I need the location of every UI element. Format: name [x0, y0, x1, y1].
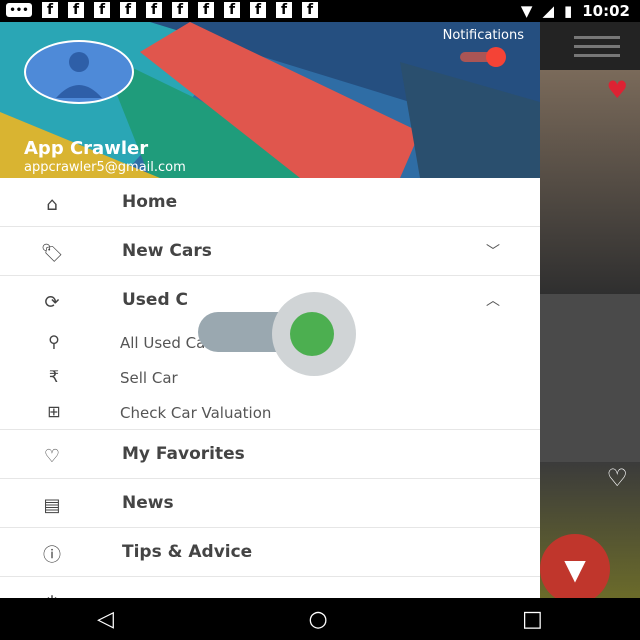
- submenu-item-check-car-valuation[interactable]: ⊞ Check Car Valuation: [0, 394, 540, 430]
- navigation-drawer: Notifications App Crawler appcrawler5@gm…: [0, 22, 540, 598]
- battery-icon: ▮: [563, 2, 573, 20]
- menu-item-logout[interactable]: ⏻: [0, 577, 540, 599]
- status-left: ••• f f f f f f f f f f f: [6, 2, 318, 18]
- notifications-toggle[interactable]: [460, 47, 506, 67]
- app-toolbar: [540, 22, 640, 70]
- message-icon: •••: [6, 3, 32, 17]
- info-icon: ⓘ: [43, 545, 61, 566]
- facebook-notif-icon: f: [146, 2, 162, 18]
- money-bag-icon: ₹: [48, 366, 60, 386]
- menu-item-label: Home: [122, 192, 178, 212]
- drawer-header: Notifications App Crawler appcrawler5@gm…: [0, 22, 540, 178]
- user-email: appcrawler5@gmail.com: [24, 160, 186, 175]
- facebook-notif-icon: f: [94, 2, 110, 18]
- menu-item-new-cars[interactable]: 🏷 New Cars ﹀: [0, 227, 540, 276]
- facebook-notif-icon: f: [302, 2, 318, 18]
- home-icon: ⌂: [46, 193, 58, 215]
- newspaper-icon: ▤: [43, 494, 61, 516]
- back-icon[interactable]: ◁: [97, 607, 114, 632]
- menu-item-news[interactable]: ▤ News: [0, 479, 540, 528]
- facebook-notif-icon: f: [250, 2, 266, 18]
- power-icon: ⏻: [34, 591, 70, 599]
- menu-item-label: My Favorites: [122, 444, 245, 464]
- search-icon: ⚲: [48, 331, 60, 351]
- favorite-heart-outline-icon[interactable]: ♡: [606, 464, 628, 492]
- menu-item-home[interactable]: ⌂ Home: [0, 178, 540, 227]
- favorite-heart-icon[interactable]: ♥: [606, 76, 628, 104]
- background-content: ♥ ♡ ▼: [540, 22, 640, 604]
- status-time: 10:02: [582, 2, 630, 20]
- menu-item-tips-advice[interactable]: ⓘ Tips & Advice: [0, 528, 540, 577]
- submenu-item-label: Sell Car: [120, 369, 178, 387]
- facebook-notif-icon: f: [172, 2, 188, 18]
- used-car-icon: ⟳: [44, 291, 60, 313]
- car-tag-icon: 🏷: [40, 242, 64, 264]
- floating-toggle-switch[interactable]: [198, 292, 356, 376]
- hamburger-menu-icon[interactable]: [574, 36, 620, 57]
- car-card-image[interactable]: ♥: [540, 70, 640, 294]
- facebook-notif-icon: f: [68, 2, 84, 18]
- home-nav-icon[interactable]: ○: [308, 607, 327, 632]
- calculator-icon: ⊞: [47, 401, 61, 421]
- chevron-up-icon[interactable]: ︿: [486, 290, 500, 310]
- heart-icon: ♡: [43, 445, 61, 467]
- menu-item-label: Used C: [122, 290, 189, 310]
- facebook-notif-icon: f: [224, 2, 240, 18]
- filter-funnel-icon: ▼: [564, 552, 586, 586]
- signal-icon: ◢: [542, 2, 554, 20]
- facebook-notif-icon: f: [42, 2, 58, 18]
- menu-item-label: News: [122, 493, 174, 513]
- facebook-notif-icon: f: [198, 2, 214, 18]
- status-right: ▼ ◢ ▮ 10:02: [521, 2, 630, 20]
- menu-item-label: New Cars: [122, 241, 212, 261]
- user-name: App Crawler: [24, 138, 149, 159]
- facebook-notif-icon: f: [276, 2, 292, 18]
- system-nav-bar: ◁ ○ □: [0, 598, 640, 640]
- wifi-icon: ▼: [520, 2, 533, 20]
- status-bar: ••• f f f f f f f f f f f ▼ ◢ ▮ 10:02: [0, 0, 640, 22]
- menu-item-label: Tips & Advice: [122, 542, 253, 562]
- submenu-item-label: Check Car Valuation: [120, 404, 272, 422]
- notifications-label: Notifications: [442, 28, 524, 43]
- chevron-down-icon[interactable]: ﹀: [486, 241, 500, 261]
- avatar[interactable]: [24, 40, 134, 104]
- facebook-notif-icon: f: [120, 2, 136, 18]
- recents-icon[interactable]: □: [522, 607, 543, 632]
- toggle-knob[interactable]: [290, 312, 334, 356]
- filter-fab-button[interactable]: ▼: [540, 534, 610, 604]
- menu-item-my-favorites[interactable]: ♡ My Favorites: [0, 430, 540, 479]
